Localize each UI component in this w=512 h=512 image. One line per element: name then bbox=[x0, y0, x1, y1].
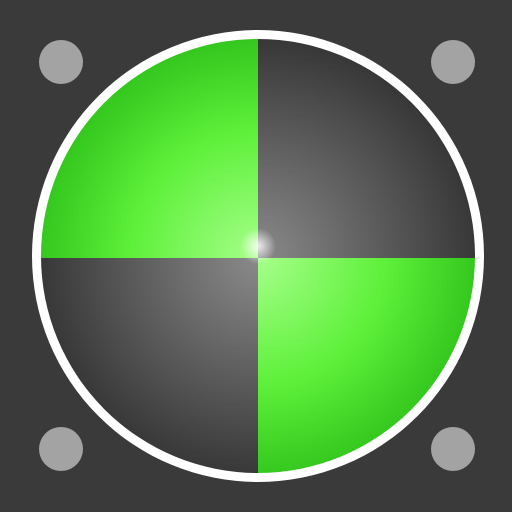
calibration-target-icon bbox=[0, 0, 512, 512]
dial bbox=[32, 30, 484, 482]
center-highlight bbox=[240, 228, 276, 264]
